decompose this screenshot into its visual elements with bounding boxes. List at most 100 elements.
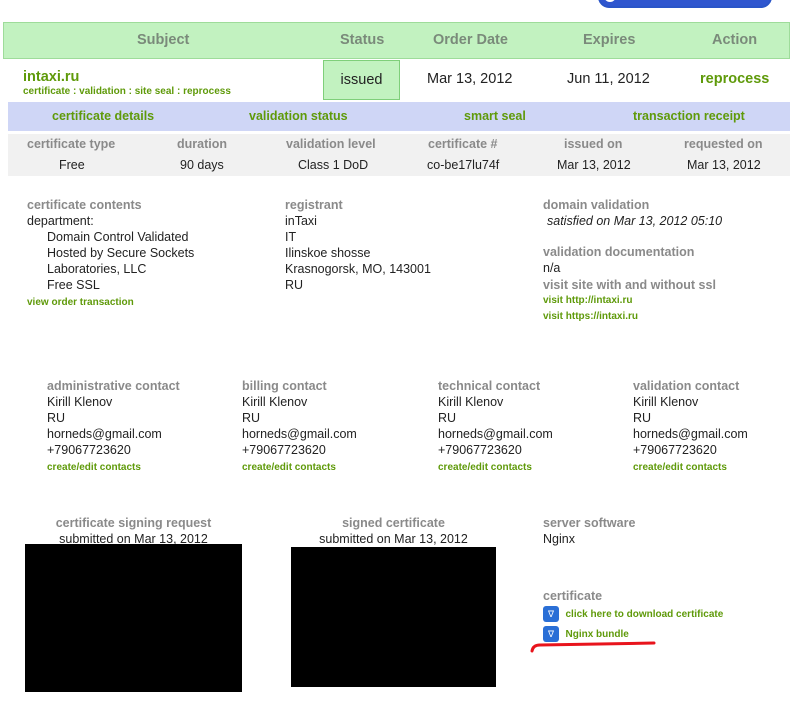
section-title: domain validation (543, 198, 650, 212)
contact-validation: validation contact Kirill Klenov RU horn… (633, 378, 788, 476)
section-title: certificate (543, 589, 603, 603)
download-icon: ∇ (543, 605, 559, 622)
contents-line: Domain Control Validated (47, 230, 189, 244)
button-icon (604, 0, 616, 2)
header-expires: Expires (583, 32, 636, 48)
contact-name: Kirill Klenov (633, 395, 699, 409)
info-header: requested on (684, 137, 763, 151)
contents-line: Free SSL (47, 278, 100, 292)
contents-line: Laboratories, LLC (47, 262, 147, 276)
department-label: department: (27, 214, 94, 228)
certificate-info-grid: certificate type duration validation lev… (8, 134, 790, 176)
view-order-transaction-link[interactable]: view order transaction (27, 297, 134, 308)
contents-line: Hosted by Secure Sockets (47, 246, 195, 260)
order-date: Mar 13, 2012 (427, 71, 513, 87)
info-header: certificate # (428, 137, 498, 151)
section-title: certificate signing request (55, 516, 212, 530)
expires-date: Jun 11, 2012 (567, 71, 650, 87)
signed-cert-section: signed certificate submitted on Mar 13, … (291, 515, 496, 547)
registrant: registrant inTaxi IT Ilinskoe shosse Kra… (285, 197, 515, 293)
contact-name: Kirill Klenov (242, 395, 308, 409)
tab-certificate-details[interactable]: certificate details (52, 109, 154, 123)
info-header: issued on (564, 137, 623, 151)
contact-technical: technical contact Kirill Klenov RU horne… (438, 378, 628, 476)
create-edit-contacts-link[interactable]: create/edit contacts (47, 462, 141, 473)
info-value: co-be17lu74f (427, 158, 500, 172)
section-title: visit site with and without ssl (543, 278, 716, 292)
contact-name: Kirill Klenov (47, 395, 113, 409)
top-action-button[interactable] (598, 0, 772, 8)
contact-email: horneds@gmail.com (47, 427, 162, 441)
info-value: Free (59, 158, 85, 172)
info-header: duration (177, 137, 227, 151)
tab-validation-status[interactable]: validation status (249, 109, 348, 123)
domain-validation: domain validation satisfied on Mar 13, 2… (543, 197, 783, 325)
contact-title: validation contact (633, 379, 740, 393)
contact-phone: +79067723620 (47, 443, 131, 457)
contact-country: RU (242, 411, 261, 425)
header-order-date: Order Date (433, 32, 508, 48)
sublink-site-seal[interactable]: site seal (135, 86, 174, 97)
certificate-contents: certificate contents department: Domain … (27, 197, 267, 311)
info-value: Mar 13, 2012 (687, 158, 761, 172)
registrant-line: inTaxi (285, 214, 317, 228)
info-header: certificate type (27, 137, 116, 151)
signed-cert-redacted-block (291, 547, 496, 687)
status-badge: issued (323, 60, 400, 100)
section-title: registrant (285, 198, 343, 212)
sublink-certificate[interactable]: certificate (23, 86, 70, 97)
create-edit-contacts-link[interactable]: create/edit contacts (633, 462, 727, 473)
header-status: Status (340, 32, 385, 48)
info-value: Mar 13, 2012 (557, 158, 631, 172)
orders-table-header: Subject Status Order Date Expires Action (3, 22, 790, 59)
section-title: server software (543, 516, 636, 530)
csr-section: certificate signing request submitted on… (25, 515, 242, 547)
registrant-line: RU (285, 278, 304, 292)
tab-smart-seal[interactable]: smart seal (464, 109, 526, 123)
validation-status-text: satisfied on Mar 13, 2012 05:10 (547, 214, 723, 228)
contact-phone: +79067723620 (438, 443, 522, 457)
contact-title: administrative contact (47, 379, 180, 393)
contact-title: billing contact (242, 379, 327, 393)
contact-country: RU (633, 411, 652, 425)
validation-doc-value: n/a (543, 261, 561, 275)
sublink-reprocess[interactable]: reprocess (183, 86, 231, 97)
server-software-value: Nginx (543, 532, 575, 546)
download-certificate-link[interactable]: click here to download certificate (565, 609, 723, 620)
visit-https-link[interactable]: visit https://intaxi.ru (543, 309, 783, 325)
contact-phone: +79067723620 (242, 443, 326, 457)
domain-link[interactable]: intaxi.ru (23, 69, 79, 85)
csr-redacted-block (25, 544, 242, 692)
reprocess-action-link[interactable]: reprocess (700, 71, 769, 87)
contact-phone: +79067723620 (633, 443, 717, 457)
info-header: validation level (286, 137, 376, 151)
signed-submitted: submitted on Mar 13, 2012 (319, 532, 468, 546)
contact-country: RU (438, 411, 457, 425)
contact-email: horneds@gmail.com (633, 427, 748, 441)
server-software: server software Nginx (543, 515, 635, 547)
section-title: validation documentation (543, 245, 695, 259)
tab-transaction-receipt[interactable]: transaction receipt (633, 109, 745, 123)
info-value: Class 1 DoD (298, 158, 369, 172)
section-title: certificate contents (27, 198, 142, 212)
create-edit-contacts-link[interactable]: create/edit contacts (242, 462, 336, 473)
registrant-line: IT (285, 230, 297, 244)
info-value: 90 days (180, 158, 224, 172)
red-annotation-underline (530, 641, 656, 653)
visit-http-link[interactable]: visit http://intaxi.ru (543, 293, 783, 309)
detail-tabs: certificate details validation status sm… (8, 102, 790, 131)
create-edit-contacts-link[interactable]: create/edit contacts (438, 462, 532, 473)
section-title: signed certificate (342, 516, 445, 530)
contact-billing: billing contact Kirill Klenov RU horneds… (242, 378, 432, 476)
contact-email: horneds@gmail.com (242, 427, 357, 441)
contact-title: technical contact (438, 379, 541, 393)
registrant-line: Krasnogorsk, MO, 143001 (285, 262, 431, 276)
registrant-line: Ilinskoe shosse (285, 246, 371, 260)
certificate-download: certificate ∇ click here to download cer… (543, 588, 783, 643)
contact-country: RU (47, 411, 66, 425)
header-subject: Subject (137, 32, 190, 48)
contact-email: horneds@gmail.com (438, 427, 553, 441)
header-action: Action (712, 32, 758, 48)
order-subject: intaxi.ru certificate : validation : sit… (23, 69, 231, 97)
sublink-validation[interactable]: validation (79, 86, 126, 97)
